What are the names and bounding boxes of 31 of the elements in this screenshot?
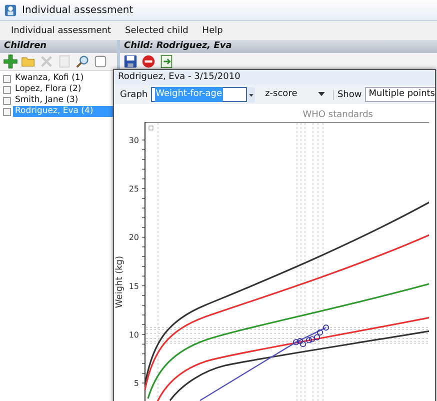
axis-label: Weight (kg): [115, 256, 125, 308]
tick-label: 30: [128, 136, 139, 145]
menu-item[interactable]: Help: [195, 26, 230, 36]
checkbox[interactable]: [3, 74, 11, 82]
child-list-item[interactable]: Kwanza, Kofi (1): [13, 73, 117, 84]
chart-title: WHO standards: [302, 109, 374, 122]
tick-label: 20: [128, 233, 139, 242]
panel-header: Child: Rodriguez, Eva: [120, 40, 437, 53]
app-icon: [4, 4, 17, 16]
add-icon[interactable]: [3, 54, 18, 69]
menu-item[interactable]: Individual assessment: [4, 26, 118, 36]
no-entry-icon[interactable]: [141, 54, 156, 69]
show-dropdown[interactable]: Multiple points: [364, 87, 435, 102]
scale-dropdown[interactable]: z-score: [261, 87, 330, 102]
menu-item[interactable]: Selected child: [118, 26, 196, 36]
tick-label: 5: [134, 379, 139, 388]
tick-label: 10: [128, 330, 139, 340]
checkbox[interactable]: [3, 108, 11, 116]
caret-icon[interactable]: [318, 92, 326, 97]
child-list-item[interactable]: Smith, Jane (3): [13, 95, 117, 106]
dialog-title: Rodriguez, Eva - 3/15/2010: [114, 70, 435, 85]
search-icon[interactable]: [75, 54, 90, 69]
checkbox[interactable]: [3, 86, 11, 94]
child-list-item[interactable]: Lopez, Flora (2): [13, 84, 117, 95]
blank-icon[interactable]: [93, 54, 108, 69]
checkbox[interactable]: [3, 96, 11, 104]
tick-label: 25: [128, 184, 139, 194]
window-title: Individual assessment: [22, 4, 134, 16]
tick-label: 15: [128, 282, 139, 291]
panel-header: Children: [0, 40, 117, 53]
graph-label: Graph: [119, 90, 149, 100]
